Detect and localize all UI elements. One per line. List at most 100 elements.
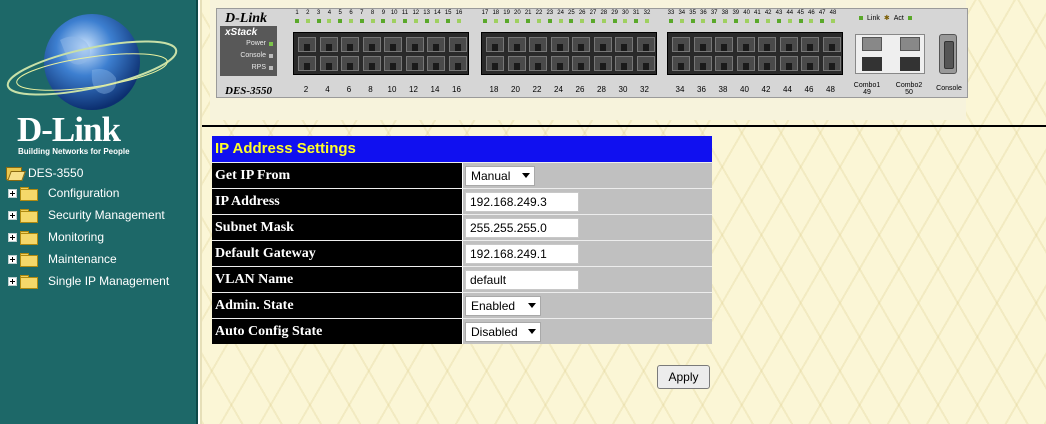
ethernet-port[interactable]	[341, 56, 359, 71]
ethernet-port[interactable]	[529, 37, 547, 52]
ethernet-port[interactable]	[550, 37, 569, 52]
port-led-icon	[733, 19, 738, 23]
ethernet-port[interactable]	[636, 37, 655, 52]
get-ip-from-select[interactable]: Manual	[465, 165, 535, 186]
port-led-icon	[831, 19, 835, 23]
ethernet-port[interactable]	[758, 37, 776, 52]
admin-state-select[interactable]: Enabled	[465, 295, 541, 316]
ethernet-port[interactable]	[736, 37, 755, 52]
tree-item-maintenance[interactable]: Maintenance	[0, 248, 196, 270]
ethernet-port[interactable]	[672, 37, 690, 52]
subnet-mask-input[interactable]: 255.255.255.0	[465, 217, 579, 238]
ethernet-port[interactable]	[779, 56, 798, 71]
ethernet-port[interactable]	[550, 56, 569, 71]
console-port[interactable]	[939, 34, 957, 74]
ethernet-port[interactable]	[362, 37, 381, 52]
ethernet-port[interactable]	[529, 56, 547, 71]
expand-plus-icon[interactable]	[8, 232, 17, 242]
ethernet-port[interactable]	[801, 56, 819, 71]
ethernet-port[interactable]	[298, 56, 316, 71]
ethernet-port[interactable]	[693, 56, 712, 71]
port-led-icon	[580, 19, 585, 23]
port-led-icon	[493, 19, 498, 23]
port-led-icon	[679, 19, 684, 23]
row-label: Auto Config State	[212, 319, 462, 344]
console-label: Console	[936, 85, 962, 92]
port-led-icon	[612, 19, 617, 23]
tree-item-monitoring[interactable]: Monitoring	[0, 226, 196, 248]
tree-item-configuration[interactable]: Configuration	[0, 182, 196, 204]
app-window: D-Link Building Networks for People DES-…	[0, 0, 1046, 424]
ethernet-port[interactable]	[822, 56, 841, 71]
ethernet-port[interactable]	[572, 56, 590, 71]
tree-item-label: Single IP Management	[48, 274, 170, 288]
ethernet-port[interactable]	[448, 56, 467, 71]
ethernet-port[interactable]	[319, 37, 338, 52]
ethernet-port[interactable]	[486, 56, 504, 71]
ethernet-port[interactable]	[298, 37, 316, 52]
ethernet-port[interactable]	[593, 56, 612, 71]
ethernet-port[interactable]	[572, 37, 590, 52]
ethernet-port[interactable]	[822, 37, 841, 52]
status-led-block: xStack Power Console RPS	[220, 26, 277, 76]
auto-config-state-select[interactable]: Disabled	[465, 321, 541, 342]
ip-address-input[interactable]: 192.168.249.3	[465, 191, 579, 212]
ethernet-port[interactable]	[715, 56, 733, 71]
port-led-icon	[591, 19, 595, 23]
expand-plus-icon[interactable]	[8, 188, 17, 198]
nav-tree: DES-3550 Configuration Security Manageme…	[0, 164, 196, 292]
tree-root-device[interactable]: DES-3550	[0, 164, 196, 182]
chevron-down-icon	[522, 173, 530, 178]
led-legend: Link ✱ Act	[859, 14, 912, 22]
default-gateway-input[interactable]: 192.168.249.1	[465, 243, 579, 264]
ethernet-port[interactable]	[758, 56, 776, 71]
tree-item-security-management[interactable]: Security Management	[0, 204, 196, 226]
port-led-icon	[483, 19, 487, 23]
settings-row-subnet-mask: Subnet Mask 255.255.255.0	[212, 214, 712, 240]
ethernet-port[interactable]	[427, 56, 445, 71]
ethernet-port[interactable]	[593, 37, 612, 52]
ethernet-port[interactable]	[448, 37, 467, 52]
ethernet-port[interactable]	[693, 37, 712, 52]
ethernet-port[interactable]	[801, 37, 819, 52]
ethernet-port[interactable]	[507, 56, 526, 71]
tree-root-label: DES-3550	[28, 166, 84, 180]
ethernet-port[interactable]	[615, 37, 633, 52]
ethernet-port[interactable]	[615, 56, 633, 71]
ethernet-port[interactable]	[405, 56, 424, 71]
port-led-icon	[547, 19, 552, 23]
ethernet-port[interactable]	[384, 56, 402, 71]
ethernet-port[interactable]	[319, 56, 338, 71]
device-model: DES-3550	[225, 85, 273, 97]
ethernet-port[interactable]	[672, 56, 690, 71]
tree-item-label: Maintenance	[48, 252, 117, 266]
apply-button[interactable]: Apply	[657, 365, 710, 389]
ethernet-port[interactable]	[486, 37, 504, 52]
port-top-number: 32	[643, 10, 651, 16]
ethernet-port[interactable]	[736, 56, 755, 71]
expand-plus-icon[interactable]	[8, 254, 17, 264]
ethernet-port[interactable]	[405, 37, 424, 52]
port-led-icon	[457, 19, 461, 23]
ethernet-port[interactable]	[362, 56, 381, 71]
ethernet-port[interactable]	[636, 56, 655, 71]
settings-row-default-gateway: Default Gateway 192.168.249.1	[212, 240, 712, 266]
tree-item-single-ip-management[interactable]: Single IP Management	[0, 270, 196, 292]
ethernet-port[interactable]	[427, 37, 445, 52]
port-led-icon	[723, 19, 727, 23]
ethernet-port[interactable]	[507, 37, 526, 52]
port-bottom-number: 8	[368, 85, 373, 94]
rj45-port-icon	[900, 57, 920, 71]
ethernet-port[interactable]	[779, 37, 798, 52]
ethernet-port[interactable]	[341, 37, 359, 52]
expand-plus-icon[interactable]	[8, 210, 17, 220]
chevron-down-icon	[528, 303, 536, 308]
vlan-name-input[interactable]: default	[465, 269, 579, 290]
ethernet-port[interactable]	[715, 37, 733, 52]
port-led-icon	[820, 19, 825, 23]
port-top-number: 48	[829, 10, 837, 16]
port-led-icon	[777, 19, 781, 23]
ethernet-port[interactable]	[384, 37, 402, 52]
combo-ports[interactable]	[855, 34, 925, 74]
expand-plus-icon[interactable]	[8, 276, 17, 286]
